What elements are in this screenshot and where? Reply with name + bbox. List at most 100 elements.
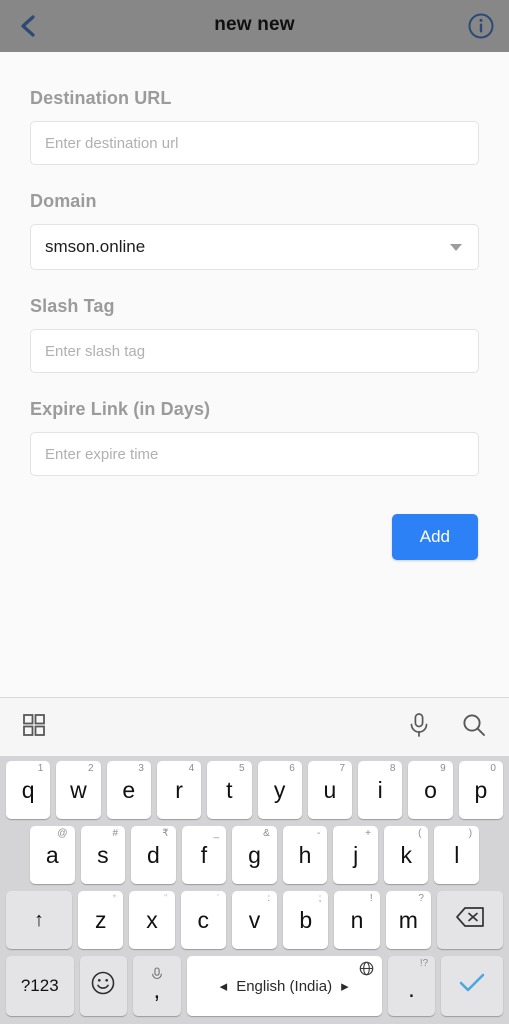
key-m[interactable]: ? m (385, 891, 431, 949)
key-sup: 4 (188, 763, 195, 774)
key-f[interactable]: _ f (181, 826, 227, 884)
key-c[interactable]: ' c (180, 891, 226, 949)
key-label: x (146, 906, 158, 933)
search-icon[interactable] (461, 712, 487, 743)
key-sup: # (112, 828, 119, 839)
key-label: q (21, 776, 35, 803)
key-l[interactable]: ) l (434, 826, 480, 884)
key-sup: * (112, 893, 117, 904)
key-z[interactable]: * z (78, 891, 124, 949)
key-label: h (298, 841, 312, 868)
key-y[interactable]: 6y (257, 761, 302, 819)
info-circle-icon[interactable] (467, 12, 495, 40)
slash-tag-input[interactable]: Enter slash tag (30, 329, 479, 373)
key-u[interactable]: 7u (307, 761, 353, 819)
period-key[interactable]: !? . (387, 956, 436, 1016)
key-r[interactable]: 4r (156, 761, 202, 819)
key-sup: - (317, 828, 321, 839)
key-label: f (200, 841, 208, 868)
key-t[interactable]: 5t (207, 761, 252, 819)
add-button[interactable]: Add (391, 514, 478, 560)
shift-key[interactable]: ↑ (6, 891, 73, 949)
key-sup: ! (369, 893, 373, 904)
key-sup: 3 (138, 763, 144, 774)
form-actions: Add (30, 514, 479, 560)
key-label: z (94, 906, 107, 933)
domain-select[interactable]: smson.online (30, 224, 479, 270)
key-label: . (408, 976, 415, 1003)
field-domain: Domain smson.online (30, 191, 479, 270)
key-sup: ' (216, 893, 219, 904)
key-sup: ; (318, 893, 322, 904)
input-placeholder: Enter expire time (45, 445, 159, 463)
keyboard-toolbar (0, 698, 509, 756)
enter-key[interactable] (441, 956, 504, 1016)
chevron-down-icon (450, 243, 462, 251)
key-g[interactable]: & g (232, 826, 277, 884)
key-h[interactable]: -h (282, 826, 328, 884)
key-sup: 7 (339, 763, 346, 774)
field-destination-url: Destination URL Enter destination url (30, 88, 479, 165)
key-p[interactable]: 0p (458, 761, 503, 819)
domain-selected-value: smson.online (45, 237, 146, 256)
key-sup: " (164, 893, 168, 904)
key-label: s (97, 841, 109, 868)
key-sup: ( (418, 828, 422, 839)
symbols-key[interactable]: ?123 (5, 956, 74, 1016)
key-label: r (175, 776, 183, 803)
key-sup: !? (419, 958, 429, 969)
key-label: g (248, 841, 261, 868)
key-sup: & (263, 828, 270, 839)
key-label: a (45, 841, 59, 868)
keyboard-row-3: ↑ * z " x ' c :v ; b ! n ? m (3, 891, 506, 949)
key-label: o (424, 776, 437, 803)
emoji-smiley-icon (90, 970, 116, 1002)
key-v[interactable]: :v (231, 891, 278, 949)
expire-time-input[interactable]: Enter expire time (30, 432, 479, 476)
destination-url-input[interactable]: Enter destination url (30, 121, 479, 165)
key-label: l (454, 841, 460, 868)
backspace-icon (455, 906, 485, 934)
link-form: Destination URL Enter destination url Do… (0, 52, 509, 697)
grid-apps-icon[interactable] (22, 713, 46, 742)
key-k[interactable]: (k (383, 826, 429, 884)
key-label: y (273, 776, 286, 803)
input-placeholder: Enter destination url (45, 134, 179, 152)
toolbar-right-actions (407, 712, 487, 743)
space-label-group: ◂ English (India) ▸ (220, 977, 349, 996)
key-e[interactable]: 3e (106, 761, 151, 819)
key-label: m (398, 906, 418, 933)
microphone-icon[interactable] (407, 712, 431, 743)
key-q[interactable]: 1q (6, 761, 51, 819)
key-label: k (400, 841, 412, 868)
microphone-icon (150, 960, 163, 987)
key-label: j (353, 841, 359, 868)
input-placeholder: Enter slash tag (45, 342, 146, 360)
key-s[interactable]: # s (80, 826, 126, 884)
field-label: Expire Link (in Days) (30, 399, 211, 419)
key-o[interactable]: 9o (408, 761, 453, 819)
key-sup: : (267, 893, 271, 904)
key-sup: _ (213, 828, 220, 839)
key-d[interactable]: ₹ d (131, 826, 176, 884)
comma-key[interactable]: , (133, 956, 181, 1016)
field-label: Destination URL (30, 88, 172, 108)
key-sup: 1 (37, 763, 44, 774)
key-label: t (226, 776, 233, 803)
key-i[interactable]: 8i (358, 761, 403, 819)
key-label: b (299, 906, 313, 933)
key-a[interactable]: @ a (29, 826, 75, 884)
key-j[interactable]: + j (333, 826, 378, 884)
space-key[interactable]: ◂ English (India) ▸ (186, 956, 382, 1016)
key-sup: 2 (88, 763, 94, 774)
field-label: Slash Tag (30, 296, 115, 316)
key-n[interactable]: ! n (334, 891, 380, 949)
key-w[interactable]: 2w (56, 761, 101, 819)
emoji-key[interactable] (79, 956, 128, 1016)
back-chevron-icon[interactable] (14, 11, 44, 41)
app-root: new new Destination URL Enter destinatio… (0, 0, 509, 1024)
key-b[interactable]: ; b (283, 891, 329, 949)
key-x[interactable]: " x (129, 891, 175, 949)
keyboard-rows: 1q 2w 3e 4r 5t 6y 7u 8i 9o 0p @ a # s ₹ d _… (0, 756, 509, 1024)
backspace-key[interactable] (436, 891, 504, 949)
